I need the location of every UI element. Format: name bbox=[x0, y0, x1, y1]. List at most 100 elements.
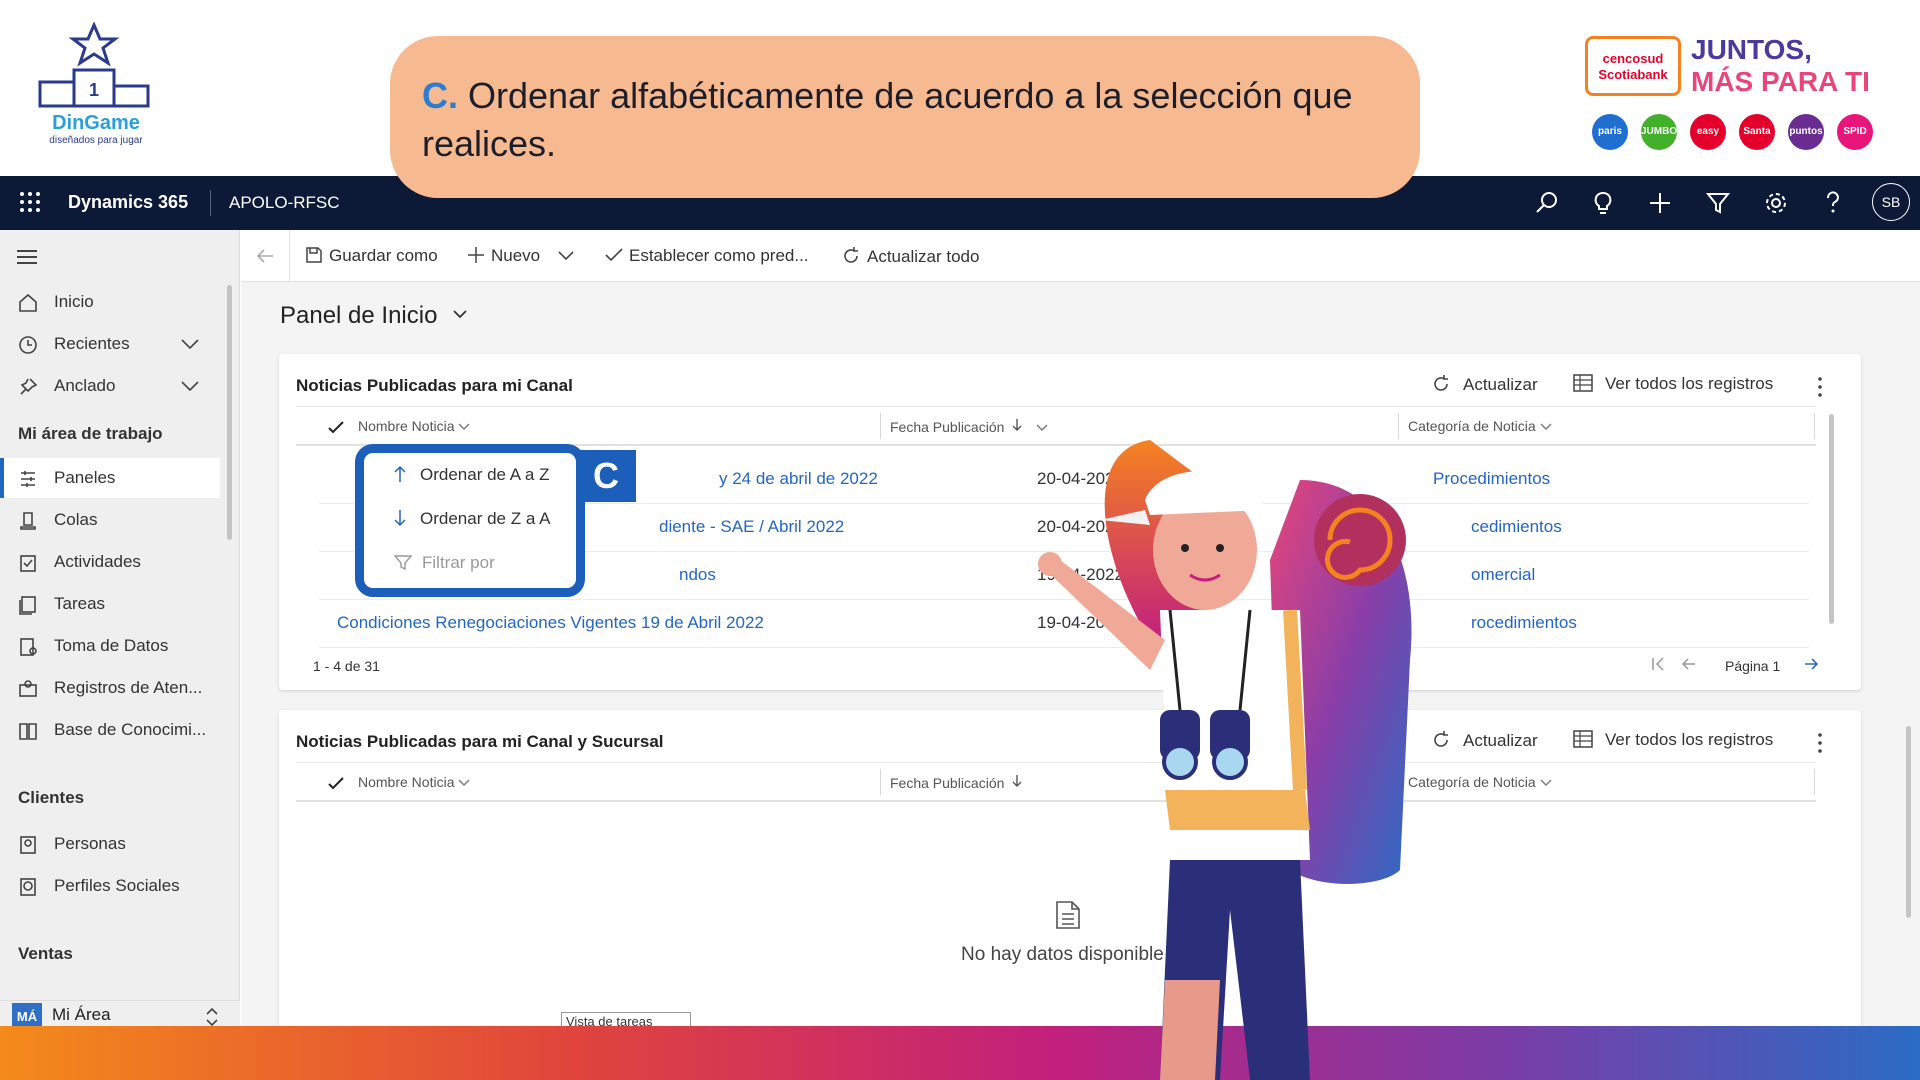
column-header-name[interactable]: Nombre Noticia bbox=[358, 418, 470, 434]
news-category-link[interactable]: omercial bbox=[1471, 565, 1535, 585]
column-header-category[interactable]: Categoría de Noticia bbox=[1408, 418, 1552, 434]
app-launcher-icon[interactable] bbox=[18, 190, 42, 214]
news-category-link[interactable]: rocedimientos bbox=[1471, 613, 1577, 633]
environment-name[interactable]: APOLO-RFSC bbox=[229, 193, 340, 213]
page-title-text: Panel de Inicio bbox=[280, 302, 438, 329]
save-as-button[interactable]: Guardar como bbox=[305, 246, 438, 266]
sort-descending-icon bbox=[1012, 419, 1022, 431]
page-scrollbar[interactable] bbox=[1906, 726, 1911, 918]
more-options-icon[interactable] bbox=[1817, 732, 1823, 754]
sidebar-item-colas[interactable]: Colas bbox=[0, 500, 220, 540]
gear-icon[interactable] bbox=[1761, 188, 1791, 218]
record-count: 1 - 4 de 31 bbox=[313, 658, 380, 674]
sort-a-to-z-option[interactable]: Ordenar de A a Z bbox=[394, 465, 549, 485]
sidebar-section-clients: Clientes bbox=[18, 788, 85, 807]
news-category-link[interactable]: cedimientos bbox=[1471, 517, 1562, 537]
column-separator bbox=[1814, 769, 1815, 795]
set-default-label: Establecer como pred... bbox=[629, 246, 809, 265]
view-all-label: Ver todos los registros bbox=[1605, 374, 1774, 393]
help-icon[interactable] bbox=[1818, 188, 1848, 218]
sidebar-item-recientes[interactable]: Recientes bbox=[0, 324, 220, 364]
sidebar-item-inicio[interactable]: Inicio bbox=[0, 282, 220, 322]
chevron-down-icon[interactable] bbox=[180, 336, 200, 352]
chevron-down-icon[interactable] bbox=[180, 378, 200, 394]
view-all-records-button[interactable]: Ver todos los registros bbox=[1573, 374, 1773, 394]
refresh-icon bbox=[1434, 375, 1448, 391]
news-name-link[interactable]: Condiciones Renegociaciones Vigentes 19 … bbox=[337, 613, 764, 633]
sidebar-item-personas[interactable]: Personas bbox=[0, 824, 220, 864]
chevron-down-icon[interactable] bbox=[452, 309, 468, 321]
chevron-down-icon bbox=[458, 779, 470, 786]
partner-logo-easy: easy bbox=[1690, 114, 1726, 150]
podium-icon: 1 bbox=[38, 21, 150, 108]
plus-icon[interactable] bbox=[1645, 188, 1675, 218]
card-refresh-button[interactable]: Actualizar bbox=[1431, 730, 1538, 751]
app-name[interactable]: Dynamics 365 bbox=[68, 192, 188, 213]
sidebar-item-toma-de-datos[interactable]: Toma de Datos bbox=[0, 626, 220, 666]
new-button[interactable]: Nuevo bbox=[467, 246, 540, 266]
checkmark-icon bbox=[605, 248, 623, 262]
sidebar-item-label: Toma de Datos bbox=[54, 636, 169, 655]
partner-logo-santa-isabel: Santa Isabel bbox=[1739, 114, 1775, 173]
column-sort-menu: Ordenar de A a Z Ordenar de Z a A Filtra… bbox=[355, 444, 585, 597]
refresh-all-button[interactable]: Actualizar todo bbox=[841, 246, 979, 267]
previous-page-icon[interactable] bbox=[1681, 656, 1697, 672]
dingame-name: DinGame bbox=[52, 112, 140, 134]
sidebar-item-actividades[interactable]: Actividades bbox=[0, 542, 220, 582]
select-all-checkmark-icon[interactable] bbox=[328, 777, 344, 791]
news-name-link[interactable]: ndos bbox=[679, 565, 716, 585]
sidebar-item-label: Colas bbox=[54, 510, 98, 529]
home-icon bbox=[19, 293, 37, 312]
cencosud-brand: cencosud Scotiabank JUNTOS, MÁS PARA TI … bbox=[1585, 34, 1895, 173]
slogan-line2: MÁS PARA TI bbox=[1691, 66, 1870, 97]
next-page-icon[interactable] bbox=[1803, 656, 1819, 672]
sidebar-item-anclado[interactable]: Anclado bbox=[0, 366, 220, 406]
chevron-down-icon bbox=[1540, 423, 1552, 430]
cencosud-line2: Scotiabank bbox=[1598, 67, 1668, 82]
select-all-checkmark-icon[interactable] bbox=[328, 421, 344, 435]
topbar-divider bbox=[210, 190, 211, 216]
sidebar-item-paneles[interactable]: Paneles bbox=[0, 458, 220, 498]
column-header-name[interactable]: Nombre Noticia bbox=[358, 774, 470, 790]
filter-by-option[interactable]: Filtrar por bbox=[393, 553, 495, 573]
column-separator bbox=[880, 413, 881, 439]
sidebar-scrollbar[interactable] bbox=[227, 285, 232, 540]
news-name-link[interactable]: diente - SAE / Abril 2022 bbox=[659, 517, 844, 537]
card-title: Noticias Publicadas para mi Canal y Sucu… bbox=[296, 732, 664, 751]
news-category-link[interactable]: Procedimientos bbox=[1433, 469, 1550, 489]
view-all-records-button[interactable]: Ver todos los registros bbox=[1573, 730, 1773, 750]
sidebar-item-registros[interactable]: Registros de Aten... bbox=[0, 668, 220, 708]
page-title[interactable]: Panel de Inicio bbox=[280, 302, 468, 330]
sidebar-item-label: Anclado bbox=[54, 376, 116, 395]
area-label[interactable]: Mi Área bbox=[52, 1005, 111, 1025]
sidebar-item-tareas[interactable]: Tareas bbox=[0, 584, 220, 624]
more-options-icon[interactable] bbox=[1817, 376, 1823, 398]
sidebar-item-label: Recientes bbox=[54, 334, 130, 353]
refresh-icon bbox=[844, 247, 858, 263]
sidebar-item-perfiles-sociales[interactable]: Perfiles Sociales bbox=[0, 866, 220, 906]
user-avatar[interactable]: SB bbox=[1872, 183, 1910, 221]
search-icon[interactable] bbox=[1532, 188, 1562, 218]
grid-scrollbar[interactable] bbox=[1829, 414, 1834, 624]
set-default-button[interactable]: Establecer como pred... bbox=[605, 246, 809, 266]
news-name-link[interactable]: y 24 de abril de 2022 bbox=[719, 469, 878, 489]
column-header-date[interactable]: Fecha Publicación bbox=[890, 418, 1048, 435]
first-page-icon[interactable] bbox=[1651, 656, 1667, 672]
dingame-logo: 1 DinGame diseñados para jugar bbox=[36, 21, 156, 152]
plus-icon bbox=[468, 247, 484, 263]
chevron-updown-icon[interactable] bbox=[204, 1006, 220, 1028]
explorer-mascot-illustration bbox=[1038, 440, 1412, 1080]
sidebar-item-base-conocimiento[interactable]: Base de Conocimi... bbox=[0, 710, 220, 750]
back-arrow-icon[interactable] bbox=[255, 248, 275, 264]
filter-icon[interactable] bbox=[1703, 188, 1733, 218]
slogan-line1: JUNTOS, bbox=[1691, 34, 1812, 65]
hamburger-menu-icon[interactable] bbox=[16, 248, 38, 266]
sort-z-to-a-option[interactable]: Ordenar de Z a A bbox=[394, 509, 550, 529]
lightbulb-icon[interactable] bbox=[1588, 188, 1618, 218]
chevron-down-icon[interactable] bbox=[557, 250, 575, 262]
save-as-icon bbox=[306, 247, 322, 263]
grid-view-icon bbox=[1573, 374, 1593, 392]
card-refresh-button[interactable]: Actualizar bbox=[1431, 374, 1538, 395]
chevron-down-icon bbox=[1540, 779, 1552, 786]
cencosud-line1: cencosud bbox=[1602, 51, 1664, 66]
